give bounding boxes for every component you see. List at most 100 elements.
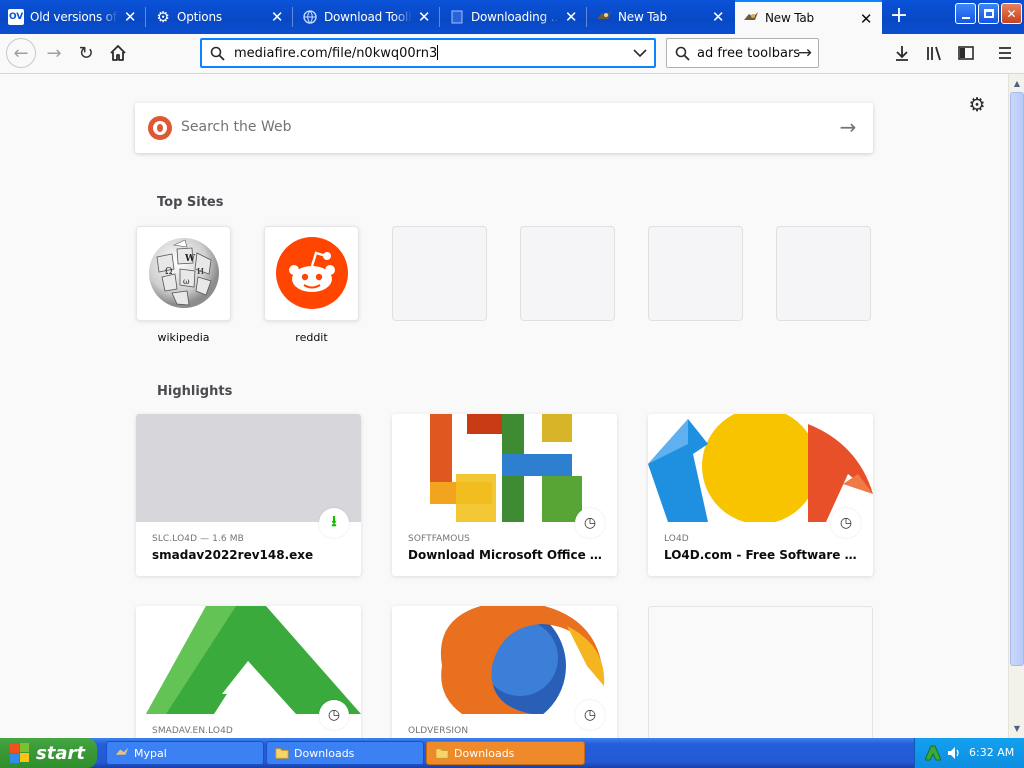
highlight-card-lo4d[interactable]: ◷ LO4D LO4D.com - Free Software Download…: [648, 414, 873, 576]
new-tab-button[interactable]: +: [886, 5, 912, 29]
window-close-button[interactable]: ✕: [1001, 3, 1022, 24]
topsite-wikipedia[interactable]: W Ω И ω: [136, 226, 231, 321]
topsite-empty[interactable]: [776, 226, 871, 321]
reload-button[interactable]: ↻: [72, 39, 100, 67]
navigation-toolbar: ← → ↻ mediafire.com/file/n0kwq00rn3 ad f…: [0, 34, 1024, 74]
taskbar-item-mypal[interactable]: Mypal: [106, 741, 264, 765]
chevron-down-icon[interactable]: [633, 48, 647, 58]
library-button[interactable]: [920, 39, 948, 67]
clock-icon: ◷: [575, 700, 605, 730]
wikipedia-globe-icon: W Ω И ω: [149, 238, 219, 308]
folder-icon: [435, 748, 449, 759]
highlight-source: SMADAV.EN.LO4D: [152, 726, 233, 736]
highlight-source: LO4D: [664, 534, 689, 544]
tab-downloading-mediafire[interactable]: Downloading .. MediaFire ✕: [441, 3, 587, 31]
web-search-input[interactable]: Search the Web: [181, 119, 292, 135]
tab-options[interactable]: ⚙ Options ✕: [147, 3, 293, 31]
back-button[interactable]: ←: [6, 38, 36, 68]
svg-text:W: W: [184, 254, 196, 264]
home-icon: [110, 45, 126, 61]
svg-text:И: И: [197, 267, 204, 276]
close-icon[interactable]: ✕: [858, 11, 874, 27]
speaker-icon[interactable]: [947, 746, 961, 760]
tab-old-versions[interactable]: OV Old versions of Windows ✕: [0, 3, 146, 31]
forward-button[interactable]: →: [40, 39, 68, 67]
smadav-logo-thumbnail: [136, 606, 361, 714]
lo4d-logo-thumbnail: [648, 414, 873, 522]
close-icon[interactable]: ✕: [416, 9, 432, 25]
clock-icon: ◷: [575, 508, 605, 538]
taskbar-item-downloads-1[interactable]: Downloads: [266, 741, 424, 765]
highlight-card-smadav[interactable]: ◷ SMADAV.EN.LO4D: [136, 606, 361, 738]
topsite-empty[interactable]: [520, 226, 615, 321]
clock-icon: ◷: [319, 700, 349, 730]
minimize-button[interactable]: [955, 3, 976, 24]
mypal-icon: [115, 747, 129, 755]
arrow-left-icon: ←: [13, 42, 29, 64]
topsite-empty[interactable]: [648, 226, 743, 321]
tab-new-tab[interactable]: New Tab ✕: [588, 3, 734, 31]
highlight-title: smadav2022rev148.exe: [152, 548, 314, 562]
highlight-card-smadav-download[interactable]: ⭳ SLC.LO4D — 1.6 MB smadav2022rev148.exe: [136, 414, 361, 576]
topsite-reddit[interactable]: [264, 226, 359, 321]
vertical-scrollbar[interactable]: ▲ ▼: [1008, 74, 1024, 738]
system-tray: 6:32 AM: [914, 738, 1024, 768]
tab-separator: [145, 7, 146, 27]
smadav-tray-icon[interactable]: [925, 745, 941, 761]
home-button[interactable]: [104, 39, 132, 67]
tab-new-tab-active[interactable]: New Tab ✕: [735, 0, 882, 34]
tab-title: New Tab: [618, 10, 667, 24]
tab-download-toolbar[interactable]: Download Toolbar ✕: [294, 3, 440, 31]
svg-text:Ω: Ω: [165, 267, 172, 277]
topsite-empty[interactable]: [392, 226, 487, 321]
arrow-right-icon[interactable]: →: [798, 43, 812, 63]
close-icon[interactable]: ✕: [122, 9, 138, 25]
web-search-box[interactable]: Search the Web →: [135, 103, 873, 153]
arrow-right-icon[interactable]: →: [837, 116, 859, 138]
highlight-source: OLDVERSION: [408, 726, 469, 736]
taskbar-item-label: Downloads: [294, 746, 355, 760]
close-icon[interactable]: ✕: [710, 9, 726, 25]
tab-separator: [439, 7, 440, 27]
search-icon: [675, 46, 690, 61]
highlight-card-softfamous[interactable]: ◷ SOFTFAMOUS Download Microsoft Office 2…: [392, 414, 617, 576]
search-bar[interactable]: ad free toolbars →: [666, 38, 819, 68]
windows-taskbar: start Mypal Downloads Downloads 6:32 AM: [0, 738, 1024, 768]
menu-button[interactable]: [991, 39, 1019, 67]
tab-title: Old versions of Windows: [30, 10, 118, 24]
start-button[interactable]: start: [0, 738, 97, 768]
restore-button[interactable]: [978, 3, 999, 24]
highlight-card-empty: [648, 606, 873, 738]
mypal-icon: [596, 9, 612, 25]
close-icon[interactable]: ✕: [269, 9, 285, 25]
hamburger-menu-icon: [999, 47, 1011, 59]
taskbar-clock[interactable]: 6:32 AM: [969, 746, 1014, 759]
new-tab-page: ⚙ Search the Web → Top Sites W Ω И ω wik…: [0, 75, 1008, 738]
search-icon: [210, 46, 225, 61]
gear-icon[interactable]: ⚙: [966, 94, 988, 116]
tab-title: Download Toolbar: [324, 10, 412, 24]
url-bar[interactable]: mediafire.com/file/n0kwq00rn3: [200, 38, 656, 68]
scroll-up-arrow-icon[interactable]: ▲: [1010, 75, 1024, 91]
download-icon: [896, 46, 908, 61]
highlight-thumbnail: [136, 414, 361, 522]
url-input[interactable]: mediafire.com/file/n0kwq00rn3: [234, 45, 439, 61]
minimize-icon: [961, 16, 970, 19]
page-icon: [449, 9, 465, 25]
tab-title: Options: [177, 10, 222, 24]
scrollbar-thumb[interactable]: [1010, 92, 1024, 666]
close-icon: ✕: [1006, 6, 1017, 21]
sidebar-button[interactable]: [952, 39, 980, 67]
close-icon[interactable]: ✕: [563, 9, 579, 25]
top-sites-heading: Top Sites: [157, 195, 224, 210]
search-input[interactable]: ad free toolbars: [697, 46, 800, 61]
scroll-down-arrow-icon[interactable]: ▼: [1010, 720, 1024, 736]
reddit-icon: [276, 237, 348, 309]
highlight-title: LO4D.com - Free Software Downloads: [664, 548, 864, 562]
topsite-label: wikipedia: [157, 331, 210, 344]
taskbar-item-downloads-2[interactable]: Downloads: [426, 741, 585, 765]
sidebar-icon: [958, 46, 974, 60]
downloads-button[interactable]: [888, 39, 916, 67]
highlight-card-oldversion[interactable]: ◷ OLDVERSION: [392, 606, 617, 738]
taskbar-item-label: Downloads: [454, 746, 515, 760]
